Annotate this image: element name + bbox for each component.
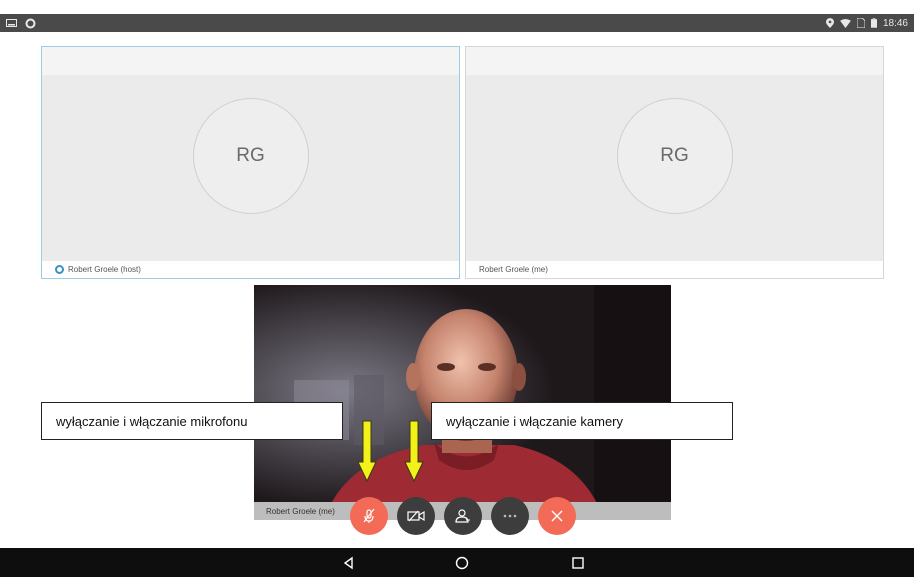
more-options-button[interactable] xyxy=(491,497,529,535)
microphone-off-icon xyxy=(363,508,375,523)
participant-name: Robert Groele (me) xyxy=(479,265,548,274)
camera-off-icon xyxy=(407,510,425,522)
host-icon xyxy=(55,265,64,274)
avatar: RG xyxy=(192,98,309,214)
participants-button[interactable] xyxy=(444,497,482,535)
avatar-initials: RG xyxy=(660,145,689,166)
arrow-down-icon xyxy=(404,420,424,482)
navigation-bar xyxy=(0,548,914,577)
back-icon[interactable] xyxy=(341,555,357,571)
close-icon xyxy=(551,510,563,522)
participants-icon xyxy=(455,509,470,523)
status-time: 18:46 xyxy=(882,17,908,29)
more-icon xyxy=(503,514,517,518)
self-view-name: Robert Groele (me) xyxy=(266,506,335,516)
avatar: RG xyxy=(616,98,733,214)
status-bar: 18:46 xyxy=(0,14,914,32)
participant-name-bar: Robert Groele (host) xyxy=(42,261,459,278)
microphone-annotation: wyłączanie i włączanie mikrofonu xyxy=(41,402,343,440)
recents-icon[interactable] xyxy=(570,555,586,571)
camera-annotation: wyłączanie i włączanie kamery xyxy=(431,402,733,440)
battery-icon xyxy=(870,18,877,28)
mute-microphone-button[interactable] xyxy=(350,497,388,535)
participant-name: Robert Groele (host) xyxy=(68,265,141,274)
arrow-down-icon xyxy=(357,420,377,482)
meeting-screen: 18:46 RG Robert Groele (host) RG Robert … xyxy=(0,0,914,577)
wifi-icon xyxy=(840,18,851,28)
sim-icon xyxy=(856,18,865,28)
home-icon[interactable] xyxy=(454,555,470,571)
sync-icon xyxy=(25,18,36,28)
location-icon xyxy=(825,18,834,28)
toggle-camera-button[interactable] xyxy=(397,497,435,535)
participant-tile-me[interactable]: RG Robert Groele (me) xyxy=(465,46,884,279)
participant-tile-host[interactable]: RG Robert Groele (host) xyxy=(41,46,460,279)
participant-name-bar: Robert Groele (me) xyxy=(466,261,883,278)
end-call-button[interactable] xyxy=(538,497,576,535)
screenshot-icon xyxy=(6,18,17,27)
microphone-annotation-text: wyłączanie i włączanie mikrofonu xyxy=(56,413,248,429)
camera-annotation-text: wyłączanie i włączanie kamery xyxy=(446,413,624,429)
avatar-initials: RG xyxy=(236,145,265,166)
